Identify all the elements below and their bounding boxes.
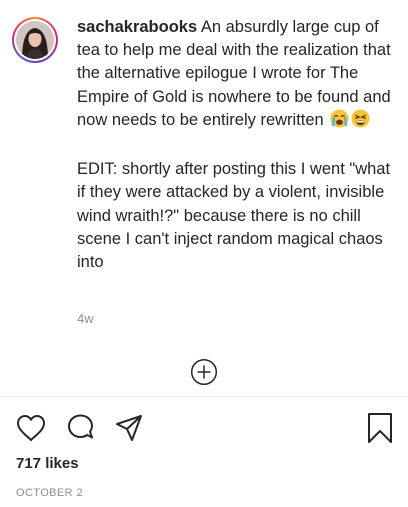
avatar-photo xyxy=(16,21,54,59)
save-button[interactable] xyxy=(366,412,394,444)
tired-face-emoji xyxy=(351,109,370,135)
caption-edit-text: EDIT: shortly after posting this I went … xyxy=(77,160,395,272)
instagram-post: sachakrabooks An absurdly large cup of t… xyxy=(0,0,408,507)
avatar[interactable] xyxy=(16,21,54,59)
post-caption: sachakrabooks An absurdly large cup of t… xyxy=(77,16,393,274)
post-time-ago[interactable]: 4w xyxy=(77,311,94,326)
like-button[interactable] xyxy=(16,414,46,442)
plus-circle-icon xyxy=(190,358,218,386)
avatar-story-ring[interactable] xyxy=(12,17,58,63)
speech-bubble-icon xyxy=(68,414,93,439)
comment-button[interactable] xyxy=(66,413,96,443)
load-more-comments-button[interactable] xyxy=(190,358,218,386)
section-divider xyxy=(0,396,408,397)
bookmark-icon xyxy=(368,413,392,443)
post-date: OCTOBER 2 xyxy=(16,487,83,499)
likes-count[interactable]: 717 likes xyxy=(16,455,79,472)
loudly-crying-face-emoji xyxy=(330,109,349,135)
paper-plane-icon xyxy=(116,415,142,441)
share-button[interactable] xyxy=(114,413,144,443)
heart-icon xyxy=(17,415,45,441)
username-link[interactable]: sachakrabooks xyxy=(77,18,197,36)
